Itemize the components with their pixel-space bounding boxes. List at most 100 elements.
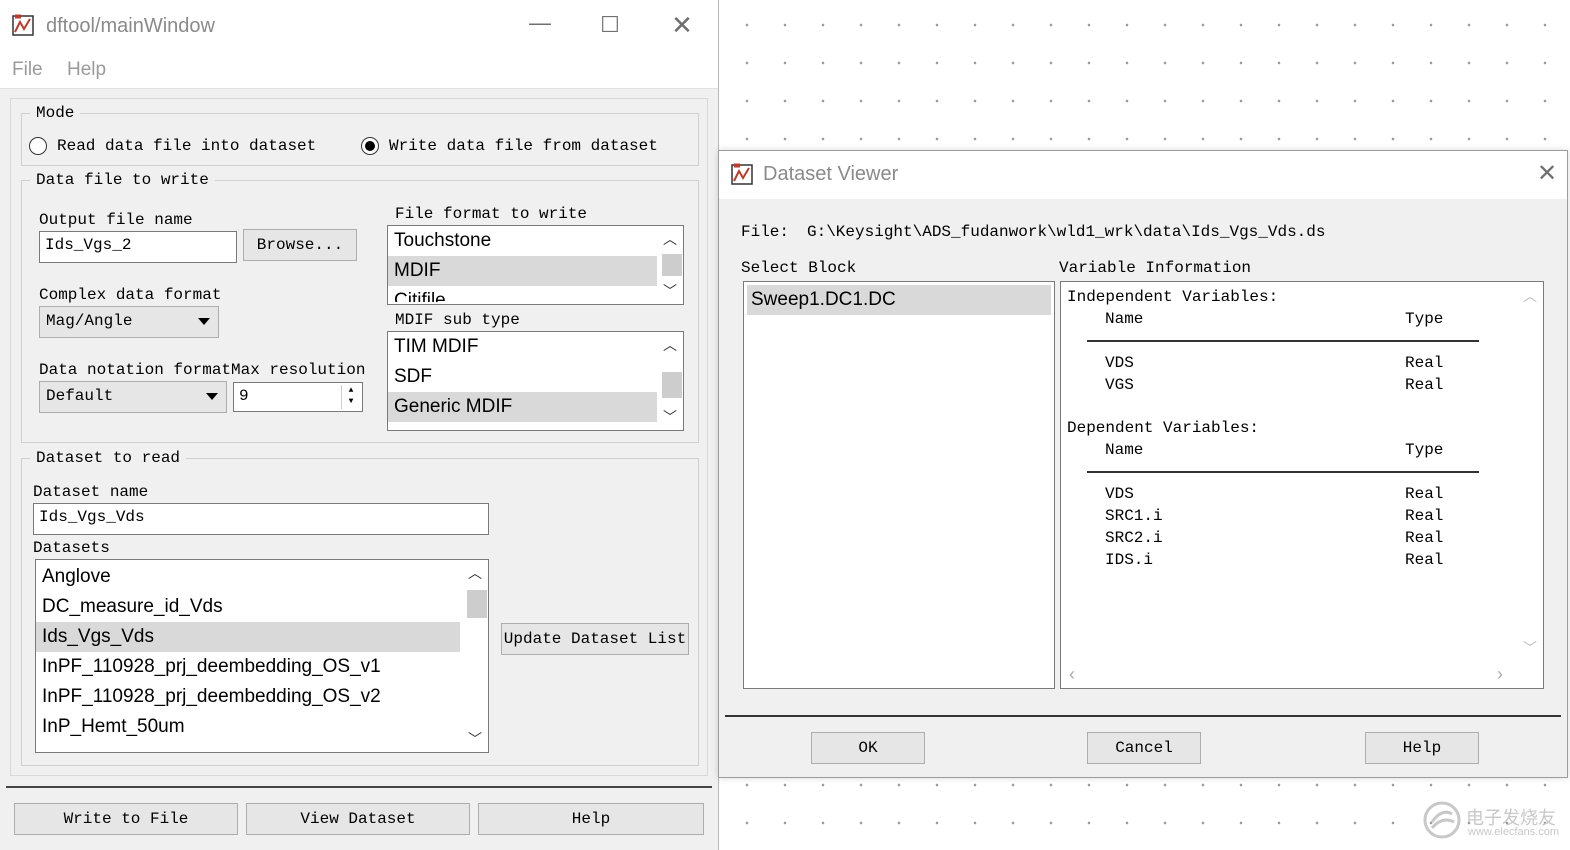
list-item[interactable]: SDF <box>388 362 683 392</box>
chevron-up-icon[interactable]: ︿ <box>462 562 488 584</box>
spin-arrows-icon[interactable]: ▲ ▼ <box>341 385 360 409</box>
max-res-label: Max resolution <box>231 361 366 379</box>
list-item[interactable]: TIM MDIF <box>388 332 683 362</box>
main-titlebar[interactable]: dftool/mainWindow — ☐ ✕ <box>0 0 718 52</box>
col-name-header: Name <box>1105 310 1144 328</box>
help-button[interactable]: Help <box>478 803 704 835</box>
output-file-label: Output file name <box>39 211 193 229</box>
dataset-name-label: Dataset name <box>33 483 149 501</box>
watermark-url: www.elecfans.com <box>1468 826 1560 838</box>
ok-button[interactable]: OK <box>811 732 925 764</box>
divider <box>1087 471 1479 473</box>
independent-header: Independent Variables: <box>1067 288 1279 306</box>
var-type: Real <box>1405 551 1444 569</box>
menu-help[interactable]: Help <box>67 59 106 81</box>
chevron-down-icon[interactable]: ﹀ <box>657 406 683 428</box>
list-item[interactable]: Citifile <box>388 286 683 302</box>
list-item[interactable]: InPF_110928_prj_deembedding_OS_v1 <box>36 652 488 682</box>
dataset-viewer-window: Dataset Viewer ✕ File: G:\Keysight\ADS_f… <box>718 150 1568 778</box>
dataset-name-input[interactable]: Ids_Vgs_Vds <box>33 503 489 535</box>
chevron-up-icon[interactable]: ︿ <box>657 334 683 356</box>
max-res-input[interactable]: 9 ▲ ▼ <box>233 382 363 412</box>
dataset-viewer-title: Dataset Viewer <box>763 163 899 185</box>
write-to-file-button[interactable]: Write to File <box>14 803 238 835</box>
file-label: File: <box>741 223 790 241</box>
scroll-thumb[interactable] <box>467 590 487 618</box>
app-icon <box>731 163 753 185</box>
mode-legend: Mode <box>36 104 75 122</box>
cancel-button[interactable]: Cancel <box>1087 732 1201 764</box>
complex-format-select[interactable]: Mag/Angle <box>39 306 219 338</box>
menu-file[interactable]: File <box>12 59 43 81</box>
chevron-down-icon <box>206 393 218 400</box>
var-name: VDS <box>1105 485 1134 503</box>
var-name: VDS <box>1105 354 1134 372</box>
data-file-legend: Data file to write <box>36 171 209 189</box>
block-list[interactable]: Sweep1.DC1.DC <box>743 281 1055 689</box>
chevron-down-icon[interactable]: ﹀ <box>1523 638 1537 658</box>
dataset-legend: Dataset to read <box>36 449 181 467</box>
chevron-down-icon[interactable]: ﹀ <box>657 280 683 302</box>
chevron-up-icon[interactable]: ︿ <box>1523 286 1537 306</box>
scroll-thumb[interactable] <box>662 254 682 276</box>
var-type: Real <box>1405 529 1444 547</box>
update-dataset-list-button[interactable]: Update Dataset List <box>501 623 689 655</box>
list-item[interactable]: DC_measure_id_Vds <box>36 592 488 622</box>
help-button[interactable]: Help <box>1365 732 1479 764</box>
scrollbar[interactable]: ︿ ﹀ <box>657 332 683 430</box>
list-item[interactable]: InP_Hemt_50um <box>36 712 488 742</box>
elecfans-logo-icon <box>1423 801 1461 839</box>
dataset-viewer-titlebar[interactable]: Dataset Viewer ✕ <box>719 151 1567 199</box>
scroll-thumb[interactable] <box>662 372 682 398</box>
max-res-value: 9 <box>239 387 249 405</box>
datasets-label: Datasets <box>33 539 110 557</box>
chevron-up-icon[interactable]: ︿ <box>657 228 683 250</box>
list-item[interactable]: Sweep1.DC1.DC <box>747 285 1051 315</box>
read-mode-radio[interactable] <box>29 137 47 155</box>
close-icon[interactable]: ✕ <box>662 10 702 41</box>
chevron-down-icon[interactable]: ﹀ <box>462 728 488 750</box>
list-item[interactable]: Generic MDIF <box>388 392 683 422</box>
window-title: dftool/mainWindow <box>46 15 215 37</box>
var-name: IDS.i <box>1105 551 1154 569</box>
minimize-icon[interactable]: — <box>520 10 560 36</box>
list-item[interactable]: Anglove <box>36 562 488 592</box>
col-type-header: Type <box>1405 441 1444 459</box>
scrollbar[interactable]: ︿ ﹀ <box>657 226 683 304</box>
divider <box>6 786 712 788</box>
chevron-right-icon[interactable]: › <box>1497 664 1503 685</box>
file-format-list[interactable]: Touchstone MDIF Citifile ︿ ﹀ <box>387 225 684 305</box>
output-file-input[interactable]: Ids_Vgs_2 <box>39 231 237 263</box>
select-block-label: Select Block <box>741 259 857 277</box>
var-type: Real <box>1405 507 1444 525</box>
col-name-header: Name <box>1105 441 1144 459</box>
write-mode-label[interactable]: Write data file from dataset <box>389 137 658 155</box>
browse-button[interactable]: Browse... <box>243 229 357 261</box>
var-type: Real <box>1405 485 1444 503</box>
var-type: Real <box>1405 354 1444 372</box>
app-icon <box>12 14 34 36</box>
close-icon[interactable]: ✕ <box>1527 159 1567 188</box>
datasets-list[interactable]: Anglove DC_measure_id_Vds Ids_Vgs_Vds In… <box>35 559 489 753</box>
chevron-left-icon[interactable]: ‹ <box>1069 664 1075 685</box>
dependent-header: Dependent Variables: <box>1067 419 1260 437</box>
var-name: SRC1.i <box>1105 507 1163 525</box>
scrollbar[interactable]: ︿ ﹀ <box>462 560 488 752</box>
view-dataset-button[interactable]: View Dataset <box>246 803 470 835</box>
read-mode-label[interactable]: Read data file into dataset <box>57 137 316 155</box>
list-item[interactable]: Touchstone <box>388 226 683 256</box>
notation-label: Data notation format <box>39 361 232 379</box>
notation-select[interactable]: Default <box>39 381 227 413</box>
mdif-subtype-list[interactable]: TIM MDIF SDF Generic MDIF ︿ ﹀ <box>387 331 684 431</box>
notation-value: Default <box>46 387 114 405</box>
chevron-down-icon <box>198 318 210 325</box>
col-type-header: Type <box>1405 310 1444 328</box>
list-item[interactable]: MDIF <box>388 256 683 286</box>
maximize-icon[interactable]: ☐ <box>590 12 630 38</box>
variable-info-label: Variable Information <box>1059 259 1252 277</box>
divider <box>1087 340 1479 342</box>
write-mode-radio[interactable] <box>361 137 379 155</box>
menubar: File Help <box>0 52 718 89</box>
list-item[interactable]: Ids_Vgs_Vds <box>36 622 460 652</box>
list-item[interactable]: InPF_110928_prj_deembedding_OS_v2 <box>36 682 488 712</box>
